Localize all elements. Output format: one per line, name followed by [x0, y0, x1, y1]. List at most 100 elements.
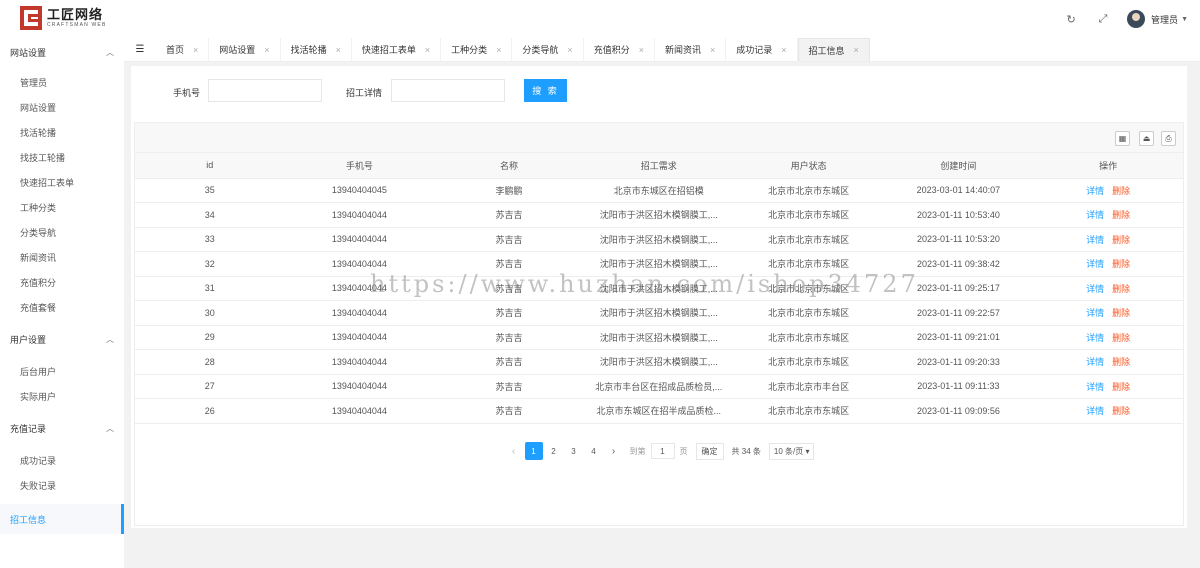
tab-work-types[interactable]: 工种分类 × [441, 38, 513, 61]
sidebar-group-recharge[interactable]: 充值记录 ︿ [0, 414, 124, 442]
tab-job-carousel[interactable]: 找活轮播 × [281, 38, 352, 61]
export-icon[interactable]: ⏏ [1139, 131, 1154, 146]
detail-button[interactable]: 详情 [1086, 210, 1104, 220]
fullscreen-icon[interactable]: ⤢ [1087, 0, 1119, 38]
col-id[interactable]: id [135, 153, 285, 179]
tab-site-settings[interactable]: 网站设置 × [209, 38, 281, 61]
sidebar-item-recruit-info[interactable]: 招工信息 [0, 504, 124, 534]
page-size-select[interactable]: 10 条/页 ▾ [768, 442, 815, 460]
detail-button[interactable]: 详情 [1086, 308, 1104, 318]
tab-quick-form[interactable]: 快速招工表单 × [352, 38, 442, 61]
delete-button[interactable]: 删除 [1112, 333, 1130, 343]
col-name[interactable]: 名称 [434, 153, 584, 179]
close-icon[interactable]: × [781, 45, 786, 55]
close-icon[interactable]: × [854, 45, 859, 55]
sidebar-item-quick-form[interactable]: 快速招工表单 [0, 170, 124, 195]
delete-button[interactable]: 删除 [1112, 284, 1130, 294]
detail-button[interactable]: 详情 [1086, 186, 1104, 196]
sidebar-item-backend-users[interactable]: 后台用户 [0, 359, 124, 384]
sidebar-item-success-records[interactable]: 成功记录 [0, 448, 124, 473]
sidebar-item-job-carousel[interactable]: 找活轮播 [0, 120, 124, 145]
table-row[interactable]: 29 13940404044 苏吉吉 沈阳市于洪区招木模钢膜工,... 北京市北京市东城… [135, 325, 1183, 350]
sidebar-item-recharge-plans[interactable]: 充值套餐 [0, 295, 124, 320]
table-row[interactable]: 33 13940404044 苏吉吉 沈阳市于洪区招木模钢膜工,... 北京市北京市东城… [135, 227, 1183, 252]
phone-input[interactable] [208, 79, 322, 102]
table-row[interactable]: 34 13940404044 苏吉吉 沈阳市于洪区招木模钢膜工,... 北京市北京市东城… [135, 202, 1183, 228]
columns-icon[interactable]: ▦ [1115, 131, 1130, 146]
print-icon[interactable]: ⎙ [1161, 131, 1176, 146]
close-icon[interactable]: × [710, 45, 715, 55]
table-row[interactable]: 28 13940404044 苏吉吉 沈阳市于洪区招木模钢膜工,... 北京市北京市东城… [135, 349, 1183, 375]
sidebar-item-recharge-points[interactable]: 充值积分 [0, 270, 124, 295]
sidebar-item-admin[interactable]: 管理员 [0, 70, 124, 95]
detail-button[interactable]: 详情 [1086, 406, 1104, 416]
sidebar-item-fail-records[interactable]: 失败记录 [0, 473, 124, 498]
sidebar-item-worker-carousel[interactable]: 找技工轮播 [0, 145, 124, 170]
delete-button[interactable]: 删除 [1112, 308, 1130, 318]
table-row[interactable]: 35 13940404045 李鹏鹏 北京市东城区在招铝模 北京市北京市东城区 2023-… [135, 178, 1183, 203]
cell-demand: 北京市东城区在招半成品质检... [583, 398, 734, 424]
sidebar-item-site-settings[interactable]: 网站设置 [0, 95, 124, 120]
delete-button[interactable]: 删除 [1112, 235, 1130, 245]
sidebar-item-news[interactable]: 新闻资讯 [0, 245, 124, 270]
menu-toggle-icon[interactable]: ☰ [124, 38, 156, 61]
delete-button[interactable]: 删除 [1112, 406, 1130, 416]
delete-button[interactable]: 删除 [1112, 259, 1130, 269]
prev-page-icon[interactable]: ‹ [505, 442, 523, 460]
col-status[interactable]: 用户状态 [733, 153, 884, 179]
page-1[interactable]: 1 [524, 442, 543, 460]
sidebar-group-site[interactable]: 网站设置 ︿ [0, 38, 124, 66]
close-icon[interactable]: × [264, 45, 269, 55]
close-icon[interactable]: × [336, 45, 341, 55]
delete-button[interactable]: 删除 [1112, 382, 1130, 392]
tab-news[interactable]: 新闻资讯 × [655, 38, 727, 61]
refresh-icon[interactable]: ↻ [1055, 0, 1087, 38]
tab-home[interactable]: 首页 × [156, 38, 210, 61]
close-icon[interactable]: × [496, 45, 501, 55]
tab-recruit-info[interactable]: 招工信息 × [797, 38, 870, 61]
delete-button[interactable]: 删除 [1112, 186, 1130, 196]
next-page-icon[interactable]: › [605, 442, 623, 460]
close-icon[interactable]: × [425, 45, 430, 55]
tab-recharge-points[interactable]: 充值积分 × [584, 38, 655, 61]
sidebar-group-users[interactable]: 用户设置 ︿ [0, 325, 124, 353]
col-created[interactable]: 创建时间 [883, 153, 1034, 179]
detail-button[interactable]: 详情 [1086, 357, 1104, 367]
logo-icon [20, 6, 42, 30]
cell-id: 31 [135, 276, 285, 301]
search-button[interactable]: 搜 索 [524, 79, 567, 102]
sidebar-item-work-types[interactable]: 工种分类 [0, 195, 124, 220]
tab-success-records[interactable]: 成功记录 × [726, 38, 798, 61]
table-row[interactable]: 26 13940404044 苏吉吉 北京市东城区在招半成品质检... 北京市北京市东城… [135, 398, 1183, 424]
sidebar-item-category-nav[interactable]: 分类导航 [0, 220, 124, 245]
detail-button[interactable]: 详情 [1086, 382, 1104, 392]
page-2[interactable]: 2 [545, 442, 563, 460]
sidebar-item-real-users[interactable]: 实际用户 [0, 384, 124, 409]
cell-name: 苏吉吉 [434, 325, 584, 350]
delete-button[interactable]: 删除 [1112, 357, 1130, 367]
detail-button[interactable]: 详情 [1086, 284, 1104, 294]
col-demand[interactable]: 招工需求 [583, 153, 734, 179]
page-scrollbar[interactable] [1190, 62, 1200, 568]
goto-page-input[interactable]: 1 [650, 443, 675, 459]
close-icon[interactable]: × [567, 45, 572, 55]
goto-confirm-button[interactable]: 确定 [695, 442, 724, 460]
close-icon[interactable]: × [639, 45, 644, 55]
brand-logo[interactable]: 工匠网络 CRAFTSMAN WEB [20, 6, 107, 30]
table-row[interactable]: 27 13940404044 苏吉吉 北京市丰台区在招成品质检员,... 北京市北京市丰… [135, 374, 1183, 399]
close-icon[interactable]: × [193, 45, 198, 55]
cell-status: 北京市北京市东城区 [733, 349, 884, 375]
avatar[interactable] [1127, 10, 1146, 28]
chevron-down-icon[interactable]: ▼ [1181, 16, 1188, 23]
tab-category-nav[interactable]: 分类导航 × [512, 38, 584, 61]
table-row[interactable]: 30 13940404044 苏吉吉 沈阳市于洪区招木模钢膜工,... 北京市北京市东城… [135, 300, 1183, 326]
delete-button[interactable]: 删除 [1112, 210, 1130, 220]
detail-button[interactable]: 详情 [1086, 333, 1104, 343]
detail-button[interactable]: 详情 [1086, 259, 1104, 269]
page-4[interactable]: 4 [585, 442, 603, 460]
user-name[interactable]: 管理员 [1151, 13, 1178, 26]
col-phone[interactable]: 手机号 [284, 153, 435, 179]
page-3[interactable]: 3 [565, 442, 583, 460]
detail-input[interactable] [391, 79, 505, 102]
detail-button[interactable]: 详情 [1086, 235, 1104, 245]
